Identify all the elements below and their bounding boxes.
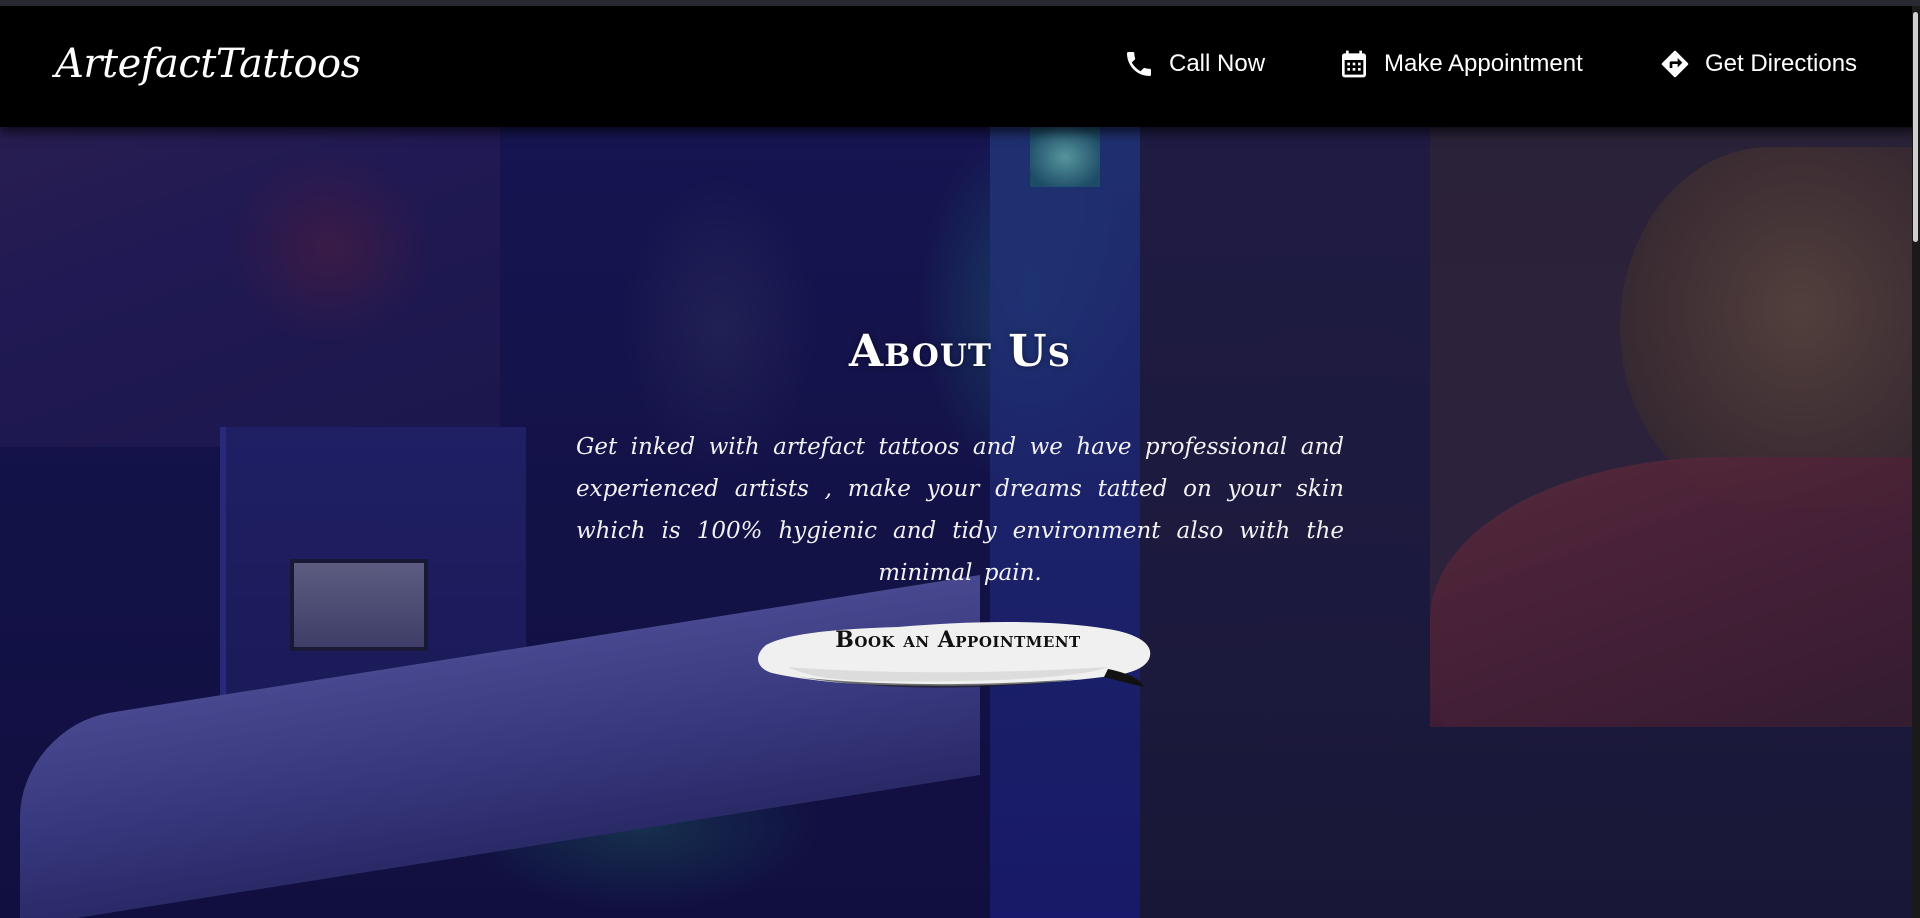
book-appointment-button[interactable]: Book an Appointment [748,607,1168,697]
scrollbar-thumb[interactable] [1913,12,1918,242]
page-scrollbar[interactable] [1912,6,1920,918]
make-appointment-label: Make Appointment [1384,50,1583,77]
book-appointment-label: Book an Appointment [835,627,1081,653]
call-now-link[interactable]: Call Now [1123,48,1265,80]
navbar: ArtefactTattoos Call Now Make Appointmen… [0,6,1920,127]
get-directions-label: Get Directions [1705,50,1858,77]
about-hero-section: About Us Get inked with artefact tattoos… [0,127,1920,918]
get-directions-link[interactable]: Get Directions [1659,48,1857,80]
directions-icon [1659,48,1691,80]
calendar-icon [1338,48,1370,80]
about-description: Get inked with artefact tattoos and we h… [576,434,1344,586]
brand-logo[interactable]: ArtefactTattoos [55,36,361,92]
call-now-label: Call Now [1169,50,1266,77]
about-title: About Us [848,326,1072,378]
make-appointment-link[interactable]: Make Appointment [1338,48,1583,80]
phone-icon [1123,48,1155,80]
